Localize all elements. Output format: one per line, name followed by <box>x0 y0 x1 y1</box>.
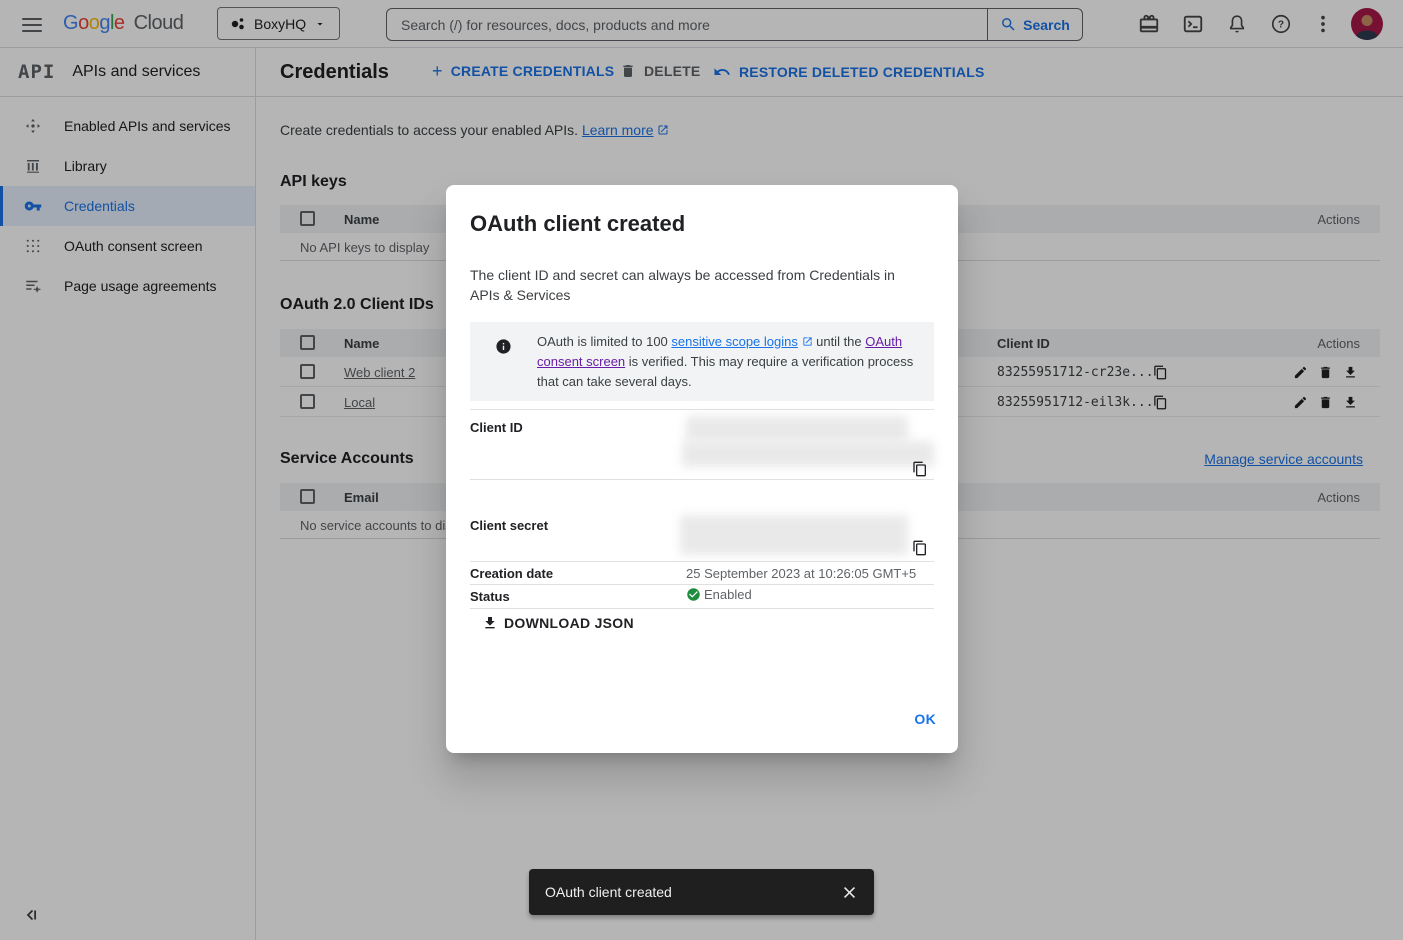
status-label: Status <box>470 589 510 604</box>
client-id-value-redacted <box>686 416 908 442</box>
ok-label: OK <box>914 711 936 727</box>
notice-text: OAuth is limited to 100 sensitive scope … <box>537 332 924 392</box>
snackbar-message: OAuth client created <box>545 884 672 900</box>
divider <box>470 584 934 585</box>
client-secret-label: Client secret <box>470 518 548 533</box>
divider <box>470 608 934 609</box>
divider <box>470 561 934 562</box>
info-icon <box>495 338 512 355</box>
client-id-label: Client ID <box>470 420 523 435</box>
check-circle-icon <box>686 587 701 602</box>
status-value: Enabled <box>704 587 752 602</box>
close-icon[interactable] <box>841 884 858 901</box>
ok-button[interactable]: OK <box>900 703 950 735</box>
sensitive-scope-logins-link[interactable]: sensitive scope logins <box>671 334 797 349</box>
google-cloud-console: Google Cloud BoxyHQ Search ? <box>0 0 1403 940</box>
oauth-client-created-dialog: OAuth client created The client ID and s… <box>446 185 958 753</box>
dialog-title: OAuth client created <box>470 211 685 237</box>
notice-mid: until the <box>813 334 866 349</box>
download-json-button[interactable]: DOWNLOAD JSON <box>482 615 634 631</box>
copy-client-secret-icon[interactable] <box>912 540 928 556</box>
client-secret-value-redacted <box>680 515 908 555</box>
external-link-icon <box>802 336 813 347</box>
dialog-subtitle: The client ID and secret can always be a… <box>470 265 910 305</box>
notice-pre: OAuth is limited to 100 <box>537 334 671 349</box>
client-id-value-redacted <box>682 441 934 467</box>
download-json-label: DOWNLOAD JSON <box>504 615 634 631</box>
download-icon <box>482 615 498 631</box>
creation-date-label: Creation date <box>470 566 553 581</box>
divider <box>470 479 934 480</box>
verification-notice: OAuth is limited to 100 sensitive scope … <box>470 322 934 401</box>
status-badge: Enabled <box>686 587 752 602</box>
divider <box>470 409 934 410</box>
copy-client-id-icon[interactable] <box>912 461 928 477</box>
creation-date-value: 25 September 2023 at 10:26:05 GMT+5 <box>686 566 916 581</box>
snackbar: OAuth client created <box>529 869 874 915</box>
